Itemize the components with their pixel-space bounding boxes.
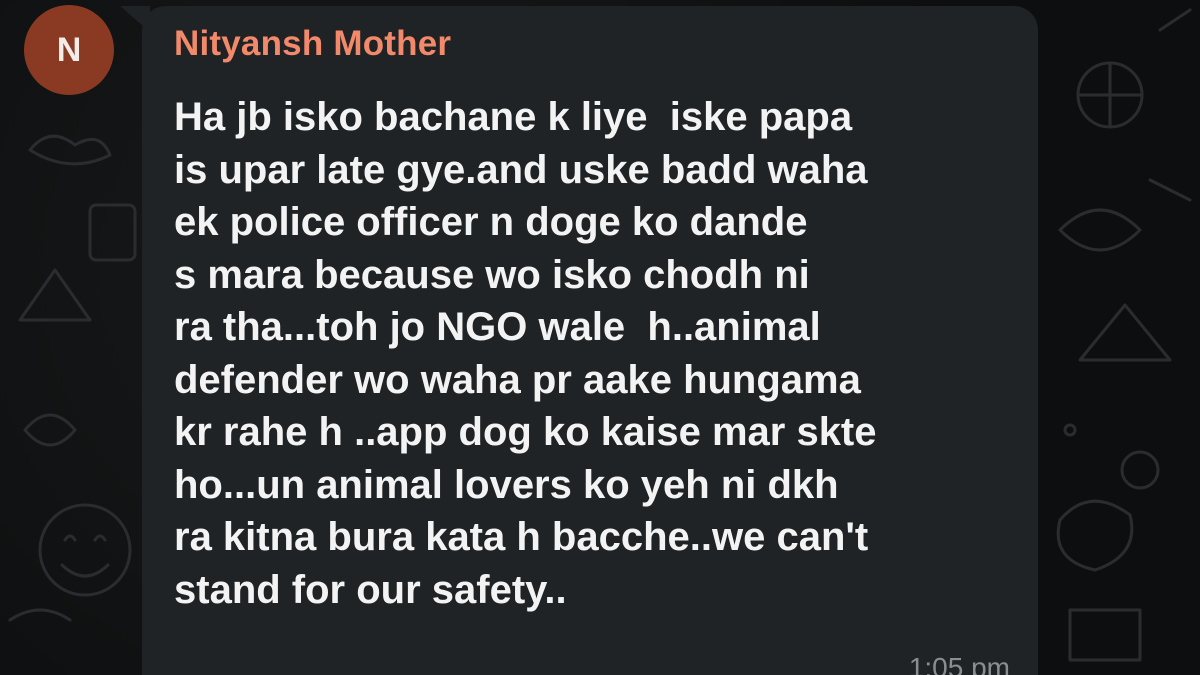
sender-avatar[interactable]: N (24, 5, 114, 95)
chat-screen: N Nityansh Mother Ha jb isko bachane k l… (0, 0, 1200, 675)
message-line: ho...un animal lovers ko yeh ni dkh (174, 462, 839, 507)
avatar-initial: N (56, 30, 82, 69)
message-line: defender wo waha pr aake hungama (174, 357, 861, 402)
message-text: Ha jb isko bachane k liye iske papa is u… (174, 91, 1014, 616)
message-line: stand for our safety.. (174, 567, 567, 612)
message-line: Ha jb isko bachane k liye iske papa (174, 95, 853, 139)
message-line: ra kitna bura kata h bacche..we can't (174, 515, 869, 559)
sender-name[interactable]: Nityansh Mother (174, 24, 451, 64)
message-line: is upar late gye.and uske badd waha (174, 147, 868, 192)
message-line: kr rahe h ..app dog ko kaise mar skte (174, 410, 877, 454)
message-line: ek police officer n doge ko dande (174, 200, 808, 244)
message-line: ra tha...toh jo NGO wale h..animal (174, 305, 821, 349)
message-line: s mara because wo isko chodh ni (174, 252, 810, 297)
message-timestamp: 1:05 pm (908, 652, 1010, 675)
message-bubble[interactable]: Nityansh Mother Ha jb isko bachane k liy… (142, 6, 1038, 675)
